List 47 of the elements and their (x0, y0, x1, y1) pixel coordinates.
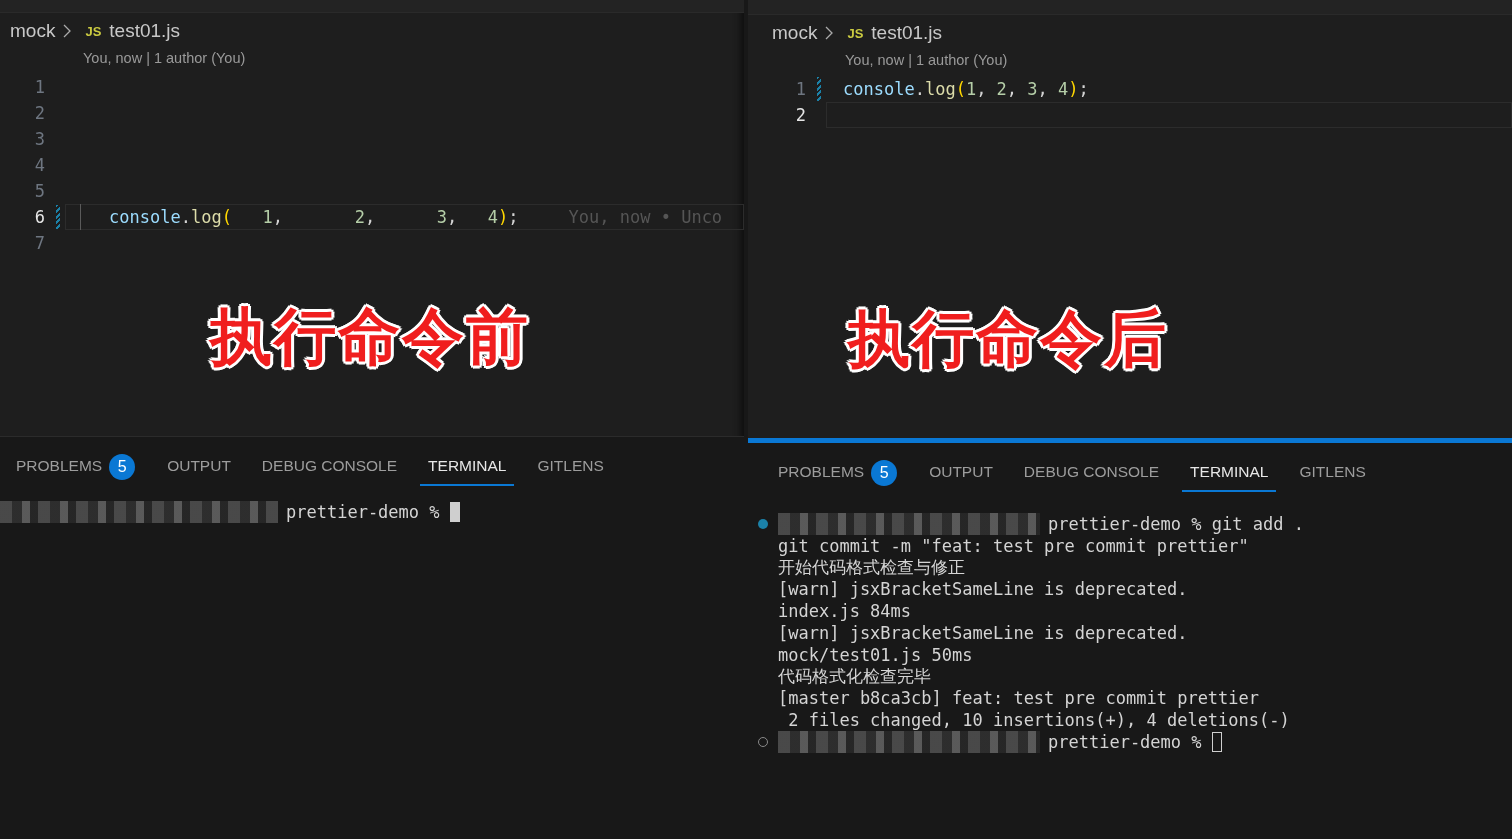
breadcrumb-folder[interactable]: mock (772, 22, 818, 44)
terminal-output: [warn] jsxBracketSameLine is deprecated. (778, 622, 1188, 643)
terminal-output: [warn] jsxBracketSameLine is deprecated. (778, 579, 1188, 600)
terminal-prompt: prettier-demo % git add . (1048, 513, 1304, 534)
panel-tab[interactable]: OUTPUT (921, 454, 1001, 492)
panel-tab[interactable]: PROBLEMS (8, 448, 111, 486)
line-number: 1 (794, 79, 806, 99)
count-badge: 5 (871, 460, 898, 486)
codelens-blame[interactable]: You, now | 1 author (You) (0, 44, 744, 70)
panel-tab[interactable]: PROBLEMS (770, 454, 873, 492)
caption-overlay: 执行命令前 (210, 299, 530, 375)
panel-tab[interactable]: GITLENS (529, 448, 612, 486)
terminal-output: 代码格式化检查完毕 (778, 665, 931, 688)
terminal-prompt: prettier-demo % (1048, 731, 1202, 752)
panel-tab[interactable]: TERMINAL (420, 448, 515, 486)
terminal-output: index.js 84ms (778, 601, 912, 622)
line-number: 2 (33, 103, 45, 123)
code-line: console.log(1, 2, 3, 4); (843, 79, 1089, 99)
terminal-prompt: prettier-demo % (286, 502, 440, 522)
terminal-output: 2 files changed, 10 insertions(+), 4 deletions(-) (787, 710, 1290, 731)
line-number: 7 (33, 233, 45, 253)
terminal-output: [master b8ca3cb] feat: test pre commit prettier (778, 688, 1260, 709)
panel-tab[interactable]: TERMINAL (1182, 454, 1277, 492)
line-number: 4 (33, 155, 45, 175)
breadcrumb-file[interactable]: test01.js (109, 20, 181, 42)
codelens-blame[interactable]: You, now | 1 author (You) (748, 46, 1512, 72)
terminal-output: git commit -m "feat: test pre commit prettier" (778, 535, 1249, 556)
chevron-icon (825, 26, 834, 40)
line-number: 5 (33, 181, 45, 201)
caption-overlay: 执行命令后 (848, 301, 1168, 377)
panel-tab[interactable]: DEBUG CONSOLE (253, 448, 406, 486)
terminal-output: 开始代码格式检查与修正 (778, 556, 965, 579)
code-line: console.log( 1, 2, 3, 4); (109, 207, 519, 227)
breadcrumb-folder[interactable]: mock (10, 20, 56, 42)
file-type-icon: JS (85, 23, 102, 39)
file-type-icon: JS (847, 25, 864, 41)
line-number: 1 (33, 77, 45, 97)
line-number: 2 (794, 105, 806, 125)
chevron-icon (63, 24, 72, 38)
breadcrumb-file[interactable]: test01.js (871, 22, 943, 44)
panel-tab[interactable]: GITLENS (1291, 454, 1374, 492)
line-number: 3 (33, 129, 45, 149)
terminal-output: mock/test01.js 50ms (778, 644, 973, 665)
panel-tab[interactable]: DEBUG CONSOLE (1015, 454, 1168, 492)
line-number: 6 (33, 207, 45, 227)
count-badge: 5 (109, 454, 136, 480)
panel-tab[interactable]: OUTPUT (159, 448, 239, 486)
